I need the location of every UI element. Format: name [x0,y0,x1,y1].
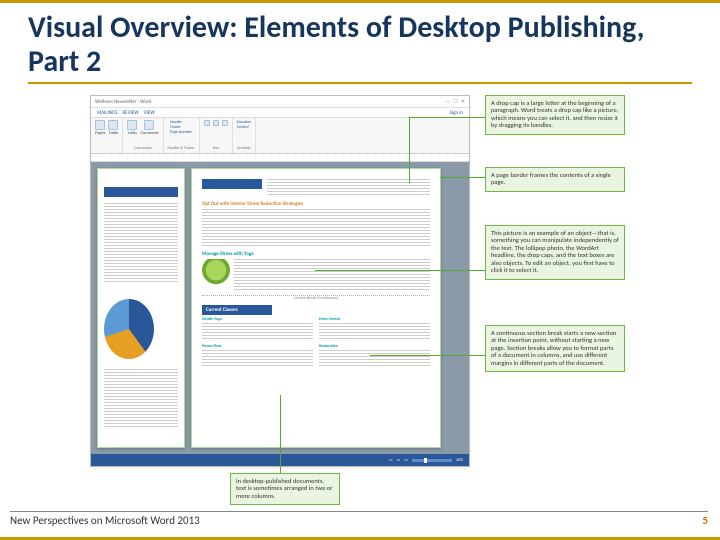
footer-text: New Perspectives on Microsoft Word 2013 [10,514,200,527]
table-label: Table [109,131,119,136]
symbol-item[interactable]: Symbol [237,125,249,130]
lollipop-photo[interactable] [202,259,230,291]
comment-label: Comment [140,131,158,136]
view-print-icon[interactable]: ▭ [397,457,401,463]
zoom-value: 50% [456,458,463,463]
comment-icon[interactable] [144,120,154,130]
class-c: Deep Stretch [319,317,430,322]
window-buttons: — ☐ ✕ [446,99,465,105]
heading-2: Manage Stress with Yoga [202,251,430,257]
wordart-icon[interactable] [213,120,219,126]
title-underline [28,82,692,84]
close-icon[interactable]: ✕ [461,99,465,105]
dropcap[interactable] [202,179,262,189]
col1-text1 [202,323,313,341]
view-web-icon[interactable]: ▭ [404,457,408,463]
callout-section-break: A continuous section break starts a new … [485,325,625,372]
tab-mailings[interactable]: MAILINGS [97,110,117,116]
maximize-icon[interactable]: ☐ [453,99,457,105]
group-label-symbols: Symbols [237,146,251,151]
ribbon-group-headerfooter: Header Footer Page Number Header & Foote… [164,118,200,153]
minimize-icon[interactable]: — [446,99,451,105]
ribbon-group-text: Text [200,118,233,153]
page-left [97,168,185,448]
ribbon-group-pages: Pages Table [91,118,123,153]
page-right: Opt Out with Interior Stress Reduction S… [191,168,441,448]
pages-label: Pages [95,131,105,136]
group-label-hf: Header & Footer [168,146,195,151]
col2-text2 [319,350,430,368]
title-area: Visual Overview: Elements of Desktop Pub… [0,3,720,80]
ribbon-group-links: Links Comment Comments [123,118,163,153]
columns: Gentle Yoga Power Flow Deep Stretch Rest… [202,317,430,368]
view-readmode-icon[interactable]: ▭ [389,457,393,463]
ribbon-group-symbols: Equation Symbol Symbols [233,118,256,153]
class-a: Gentle Yoga [202,317,313,322]
content-area: Wellness Newsletter - Word — ☐ ✕ MAILING… [90,95,650,495]
tab-review[interactable]: REVIEW [122,110,138,116]
tab-view[interactable]: VIEW [144,110,155,116]
callout-columns: In desktop-published documents, text is … [230,473,340,505]
textbox-icon[interactable] [204,120,210,126]
col1-text2 [202,350,313,368]
ribbon: Pages Table Links Comment Comments Heade… [91,118,469,154]
classes-header: Current Classes [202,305,272,315]
callout-dropcap: A drop cap is a large letter at the begi… [485,95,625,135]
slide: Visual Overview: Elements of Desktop Pub… [0,0,720,540]
col2-text1 [319,323,430,341]
links-icon[interactable] [127,120,137,130]
pie-chart[interactable] [104,299,154,359]
leader-line [409,117,485,118]
dropcap-icon[interactable] [222,120,228,126]
ruler [91,154,469,162]
group-label-text: Text [212,146,219,151]
window-title: Wellness Newsletter - Word [95,99,151,105]
pagenumber-item[interactable]: Page Number [170,130,192,135]
wordart-headline[interactable] [104,187,178,197]
leader-line [315,270,485,271]
footer: New Perspectives on Microsoft Word 2013 … [10,511,708,527]
links-label: Links [128,131,137,136]
leader-line [440,177,485,178]
body-text-left2 [104,369,178,429]
group-label-comments: Comments [134,146,152,151]
para-1 [202,209,430,247]
class-b: Power Flow [202,344,313,349]
pages-icon[interactable] [95,120,105,130]
zoom-slider[interactable] [412,459,452,462]
class-d: Restorative [319,344,430,349]
callout-page-border: A page border frames the contents of a s… [485,167,625,192]
heading-1: Opt Out with Interior Stress Reduction S… [202,201,430,207]
para-2 [234,259,430,291]
page-number: 5 [702,514,708,527]
section-break: Section Break (Continuous) [202,295,430,301]
body-text-left [104,203,178,283]
signin-link[interactable]: Sign in [450,110,463,116]
table-icon[interactable] [108,120,118,130]
leader-line [280,395,281,473]
callout-object: This picture is an example of an object—… [485,225,625,280]
intro-text [267,179,430,195]
window-titlebar: Wellness Newsletter - Word — ☐ ✕ [91,96,469,108]
slide-title: Visual Overview: Elements of Desktop Pub… [28,11,692,78]
leader-line [370,355,485,356]
leader-line [409,117,410,183]
